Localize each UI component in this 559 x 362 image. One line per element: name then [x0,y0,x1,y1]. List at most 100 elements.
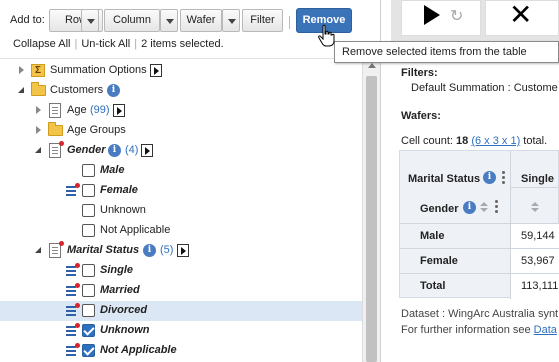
collapse-all-link[interactable]: Collapse All [13,38,70,50]
add-to-filter-button[interactable]: Filter [242,9,283,32]
sort-icon[interactable] [531,202,539,214]
tree-item-label: Unknown [100,324,150,336]
gender-header[interactable]: Gender [420,203,459,215]
data-link[interactable]: Data [534,324,557,336]
selected-value-icon [66,183,80,196]
items-selected-count: 2 items selected. [141,38,224,50]
checkbox[interactable] [82,284,95,297]
add-to-column-button[interactable]: Column [104,9,160,32]
untick-all-link[interactable]: Un-tick All [81,38,130,50]
tree-scrollbar[interactable] [362,58,380,362]
run-button[interactable]: ↻ [401,0,481,36]
more-options-icon[interactable] [502,171,505,174]
marital-status-header[interactable]: Marital Status [408,173,480,185]
info-icon[interactable]: i [483,171,496,184]
tree-item-marital-unknown[interactable]: Unknown [0,321,362,341]
tree-item-marital-single[interactable]: Single [0,261,362,281]
add-field-arrow-icon[interactable] [113,104,125,117]
cell-count-dimensions-link[interactable]: (6 x 3 x 1) [471,135,520,147]
tree-item-gender-female[interactable]: Female [0,181,362,201]
cell-count-value: 18 [456,135,469,147]
checkbox-checked[interactable] [82,344,95,357]
tree-item-marital-status[interactable]: Marital Status i (5) [0,241,362,261]
cancel-button[interactable]: ✕ [485,0,559,36]
collapse-icon[interactable] [18,87,24,93]
selection-bar: Collapse All | Un-tick All | 2 items selecte… [13,38,224,50]
play-icon [424,5,440,25]
info-icon[interactable]: i [108,144,121,157]
collapse-icon[interactable] [35,247,41,253]
scrollbar-thumb[interactable] [366,76,377,362]
cell-value-total-single: 113,111 [521,280,559,292]
tree-item-gender[interactable]: Gender i (4) [0,141,362,161]
toolbar-divider [289,16,290,29]
expand-icon[interactable] [19,66,24,74]
tree-item-gender-not-applicable[interactable]: Not Applicable [0,221,362,241]
tree-item-gender-male[interactable]: Male [0,161,362,181]
tree-item-summation-options[interactable]: Σ Summation Options [0,61,362,81]
checkbox[interactable] [82,164,95,177]
tree-item-label: Customers [50,84,104,96]
cell-value-female-single: 53,967 [521,255,555,267]
tree-item-marital-not-applicable[interactable]: Not Applicable [0,341,362,361]
sort-icon[interactable] [480,202,488,214]
info-icon[interactable]: i [107,84,120,97]
selected-value-icon [66,343,80,356]
cell-value-male-single: 59,144 [521,230,555,242]
selection-divider: | [74,38,78,50]
close-icon: ✕ [509,0,533,31]
tree-item-age-groups[interactable]: Age Groups [0,121,362,141]
tree-item-label: Marital Status [67,244,140,256]
expand-icon[interactable] [36,106,41,114]
cell-count: Cell count: 18 (6 x 3 x 1) total. [401,135,547,147]
action-strip: ↻ ✕ [391,0,559,42]
checkbox-checked[interactable] [82,324,95,337]
item-count: (99) [90,104,110,116]
tree-item-label: Female [100,184,138,196]
dataset-info: Dataset : WingArc Australia synt [401,308,559,320]
row-header-total[interactable]: Total [420,280,445,292]
single-column-header[interactable]: Single [521,173,554,185]
tree-item-label: Age [67,104,87,116]
info-icon[interactable]: i [143,244,156,257]
more-options-icon[interactable] [495,200,498,203]
summation-icon: Σ [31,64,45,77]
selected-value-icon [66,283,80,296]
add-field-arrow-icon[interactable] [177,244,189,257]
grid-line [400,248,559,249]
add-to-label: Add to: [10,14,45,26]
collapse-icon[interactable] [35,147,41,153]
scroll-up-icon[interactable] [368,63,376,68]
info-icon[interactable]: i [463,201,476,214]
checkbox[interactable] [82,204,95,217]
refresh-icon: ↻ [450,8,464,25]
checkbox[interactable] [82,184,95,197]
tree-item-label: Not Applicable [100,344,177,356]
field-tree: Σ Summation Options Customers i Age (99)… [0,58,362,362]
tree-item-marital-divorced[interactable]: Divorced [0,301,362,321]
tree-item-label: Age Groups [67,124,126,136]
wafers-heading: Wafers: [401,110,441,122]
add-to-wafer-button[interactable]: Wafer [180,9,222,32]
tree-item-marital-married[interactable]: Married [0,281,362,301]
add-field-arrow-icon[interactable] [150,64,162,77]
tree-item-customers[interactable]: Customers i [0,81,362,101]
checkbox[interactable] [82,264,95,277]
checkbox[interactable] [82,304,95,317]
tree-item-label: Summation Options [50,64,147,76]
tree-item-label: Single [100,264,134,276]
tree-item-gender-unknown[interactable]: Unknown [0,201,362,221]
expand-icon[interactable] [36,126,41,134]
row-dropdown-icon[interactable] [81,9,99,32]
hand-cursor-icon [318,24,335,47]
add-field-arrow-icon[interactable] [141,144,153,157]
row-header-male[interactable]: Male [420,230,444,242]
row-header-female[interactable]: Female [420,255,458,267]
checkbox[interactable] [82,224,95,237]
result-table: Marital Status i Single Gender i Male 59… [399,150,559,299]
column-dropdown-icon[interactable] [160,9,178,32]
tree-item-label: Not Applicable [100,224,171,236]
selected-value-icon [66,303,80,316]
tree-item-age[interactable]: Age (99) [0,101,362,121]
wafer-dropdown-icon[interactable] [222,9,240,32]
